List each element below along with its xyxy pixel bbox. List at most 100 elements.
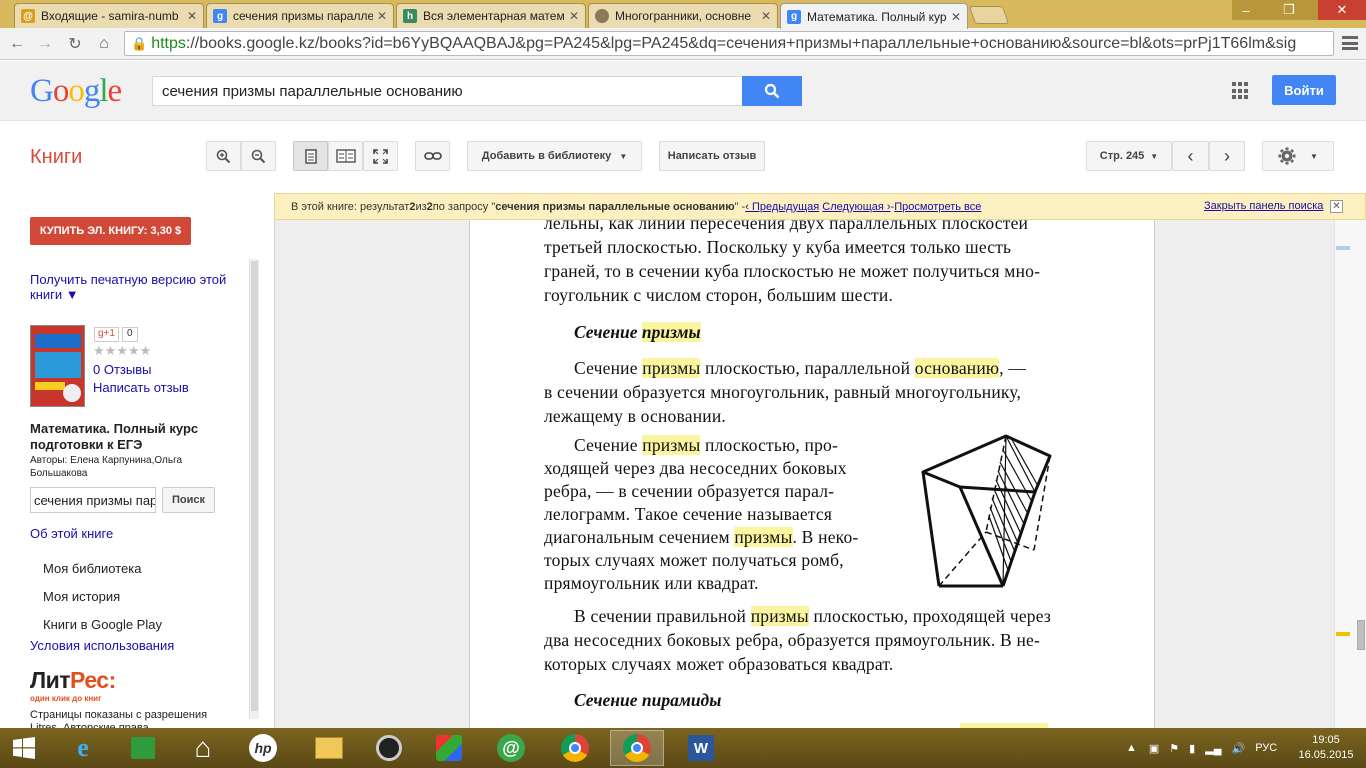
viewer-scrollbar[interactable] <box>1334 220 1366 728</box>
browser-tab[interactable]: Многогранники, основне ✕ <box>588 3 778 28</box>
close-icon[interactable]: ✕ <box>1330 200 1343 213</box>
next-result-link[interactable]: Следующая › <box>822 201 890 213</box>
flag-icon[interactable]: ⚑ <box>1169 742 1179 755</box>
taskbar-hp[interactable]: hp <box>236 730 290 766</box>
page-text-line: Сечение призмы плоскостью, про- <box>574 435 838 455</box>
gplus-button[interactable]: g+1 <box>94 327 119 342</box>
taskbar-camera[interactable] <box>362 730 416 766</box>
browser-tab[interactable]: g сечения призмы паралле ✕ <box>206 3 394 28</box>
page-text-line: два несоседних боковых ребра, образуется… <box>544 630 1041 650</box>
book-viewer[interactable]: лельны, как линии пересечения двух парал… <box>274 220 1334 728</box>
my-library-link[interactable]: Моя библиотека <box>43 561 141 576</box>
forward-icon[interactable]: → <box>34 33 56 55</box>
reload-icon[interactable]: ↻ <box>64 33 86 55</box>
taskbar-ie[interactable]: e <box>56 730 110 766</box>
battery-icon[interactable]: ▮ <box>1189 742 1195 755</box>
next-page-button[interactable]: › <box>1209 141 1245 171</box>
gplus-count: 0 <box>122 327 138 342</box>
taskbar-chrome[interactable] <box>548 730 602 766</box>
back-icon[interactable]: ← <box>6 33 28 55</box>
clock[interactable]: 19:05 16.05.2015 <box>1296 733 1356 763</box>
book-cover[interactable] <box>30 325 85 407</box>
close-icon[interactable]: ✕ <box>377 9 387 23</box>
url-bar[interactable]: 🔒 https://books.google.kz/books?id=b6YyB… <box>124 31 1334 56</box>
results-query: сечения призмы параллельные основанию <box>495 200 735 213</box>
google-logo[interactable]: Google <box>30 73 122 110</box>
close-icon[interactable]: ✕ <box>951 10 961 24</box>
close-icon[interactable]: ✕ <box>761 9 771 23</box>
fullscreen-button[interactable] <box>363 141 398 171</box>
scroll-thumb[interactable] <box>1357 620 1365 650</box>
buy-ebook-button[interactable]: КУПИТЬ ЭЛ. КНИГУ: 3,30 $ <box>30 217 191 245</box>
page-text-line: Сечение призмы плоскостью, параллельной … <box>574 358 1027 378</box>
browser-tab[interactable]: h Вся элементарная матем ✕ <box>396 3 586 28</box>
books-section-title[interactable]: Книги <box>30 146 82 169</box>
close-icon[interactable]: ✕ <box>187 9 197 23</box>
page-selector[interactable]: Стр. 245 ▼ <box>1086 141 1172 171</box>
about-book-link[interactable]: Об этой книге <box>30 526 113 541</box>
chrome-icon <box>561 734 589 762</box>
browser-tab-active[interactable]: g Математика. Полный кур ✕ <box>780 3 968 29</box>
search-button[interactable] <box>742 76 802 106</box>
litres-logo[interactable]: ЛитРес: <box>30 667 116 694</box>
mail-tab-icon: @ <box>21 9 35 23</box>
write-review-link[interactable]: Написать отзыв <box>93 380 189 395</box>
zoom-in-icon <box>216 149 231 163</box>
settings-button[interactable]: ▼ <box>1262 141 1334 171</box>
maximize-button[interactable]: ❐ <box>1260 0 1318 20</box>
book-search-button[interactable]: Поиск <box>162 487 215 513</box>
network-icon[interactable]: ▣ <box>1149 742 1159 755</box>
google-search-input[interactable]: сечения призмы параллельные основанию <box>152 76 744 106</box>
apps-grid-icon[interactable] <box>1232 82 1250 100</box>
windows-logo-icon <box>13 737 35 759</box>
google-play-books-link[interactable]: Книги в Google Play <box>43 617 162 632</box>
language-indicator[interactable]: РУС <box>1255 742 1277 754</box>
page-text-line: лелограмм. Такое сечение называется <box>544 504 833 524</box>
reviews-link[interactable]: 0 Отзывы <box>93 362 151 377</box>
my-history-link[interactable]: Моя история <box>43 589 120 604</box>
link-button[interactable] <box>415 141 450 171</box>
single-page-view-button[interactable] <box>293 141 328 171</box>
close-icon[interactable]: ✕ <box>569 9 579 23</box>
taskbar-explorer[interactable] <box>302 730 356 766</box>
page-text-line: ходящей через два несоседних боковых <box>544 458 847 478</box>
taskbar-mail-agent[interactable]: @ <box>484 730 538 766</box>
hp-icon: hp <box>249 734 277 762</box>
word-icon: W <box>688 735 714 761</box>
page-text-line: третьей плоскостью. Поскольку у куба име… <box>544 237 1012 257</box>
add-to-library-button[interactable]: Добавить в библиотеку ▼ <box>467 141 642 171</box>
zoom-in-button[interactable] <box>206 141 241 171</box>
print-version-link[interactable]: Получить печатную версию этой книги ▼ <box>30 272 240 302</box>
terms-link[interactable]: Условия использования <box>30 638 174 653</box>
close-window-button[interactable]: ✕ <box>1318 0 1366 20</box>
minimize-button[interactable]: – <box>1232 0 1260 20</box>
start-button[interactable] <box>0 730 48 766</box>
signal-icon[interactable]: ▂▄ <box>1205 742 1221 755</box>
close-search-panel-link[interactable]: Закрыть панель поиска <box>1204 200 1323 212</box>
orb-tab-icon <box>595 9 609 23</box>
sidebar-scrollbar[interactable] <box>249 259 259 719</box>
taskbar-store[interactable] <box>116 730 170 766</box>
book-search-input[interactable]: сечения призмы пар <box>30 487 156 513</box>
taskbar-home[interactable]: ⌂ <box>176 730 230 766</box>
chevron-up-icon[interactable]: ▲ <box>1126 742 1137 754</box>
tab-title: Входящие - samira-numb <box>41 9 179 23</box>
taskbar-puzzle[interactable] <box>422 730 476 766</box>
home-icon[interactable]: ⌂ <box>93 33 115 55</box>
previous-result-link[interactable]: ‹ Предыдущая <box>745 201 819 213</box>
volume-icon[interactable]: 🔊 <box>1232 742 1246 755</box>
page-label: Стр. 245 <box>1099 150 1145 162</box>
taskbar-chrome-active[interactable] <box>610 730 664 766</box>
google-tab-icon: g <box>787 9 801 24</box>
taskbar-word[interactable]: W <box>674 730 728 766</box>
write-review-button[interactable]: Написать отзыв <box>659 141 765 171</box>
previous-page-button[interactable]: ‹ <box>1172 141 1209 171</box>
view-all-link[interactable]: Просмотреть все <box>894 201 981 213</box>
signin-button[interactable]: Войти <box>1272 75 1336 105</box>
browser-menu-icon[interactable] <box>1342 36 1358 50</box>
book-title: Математика. Полный курс подготовки к ЕГЭ <box>30 421 199 452</box>
zoom-out-button[interactable] <box>241 141 276 171</box>
two-page-view-button[interactable] <box>328 141 363 171</box>
new-tab-button[interactable] <box>968 6 1010 24</box>
browser-tab[interactable]: @ Входящие - samira-numb ✕ <box>14 3 204 28</box>
